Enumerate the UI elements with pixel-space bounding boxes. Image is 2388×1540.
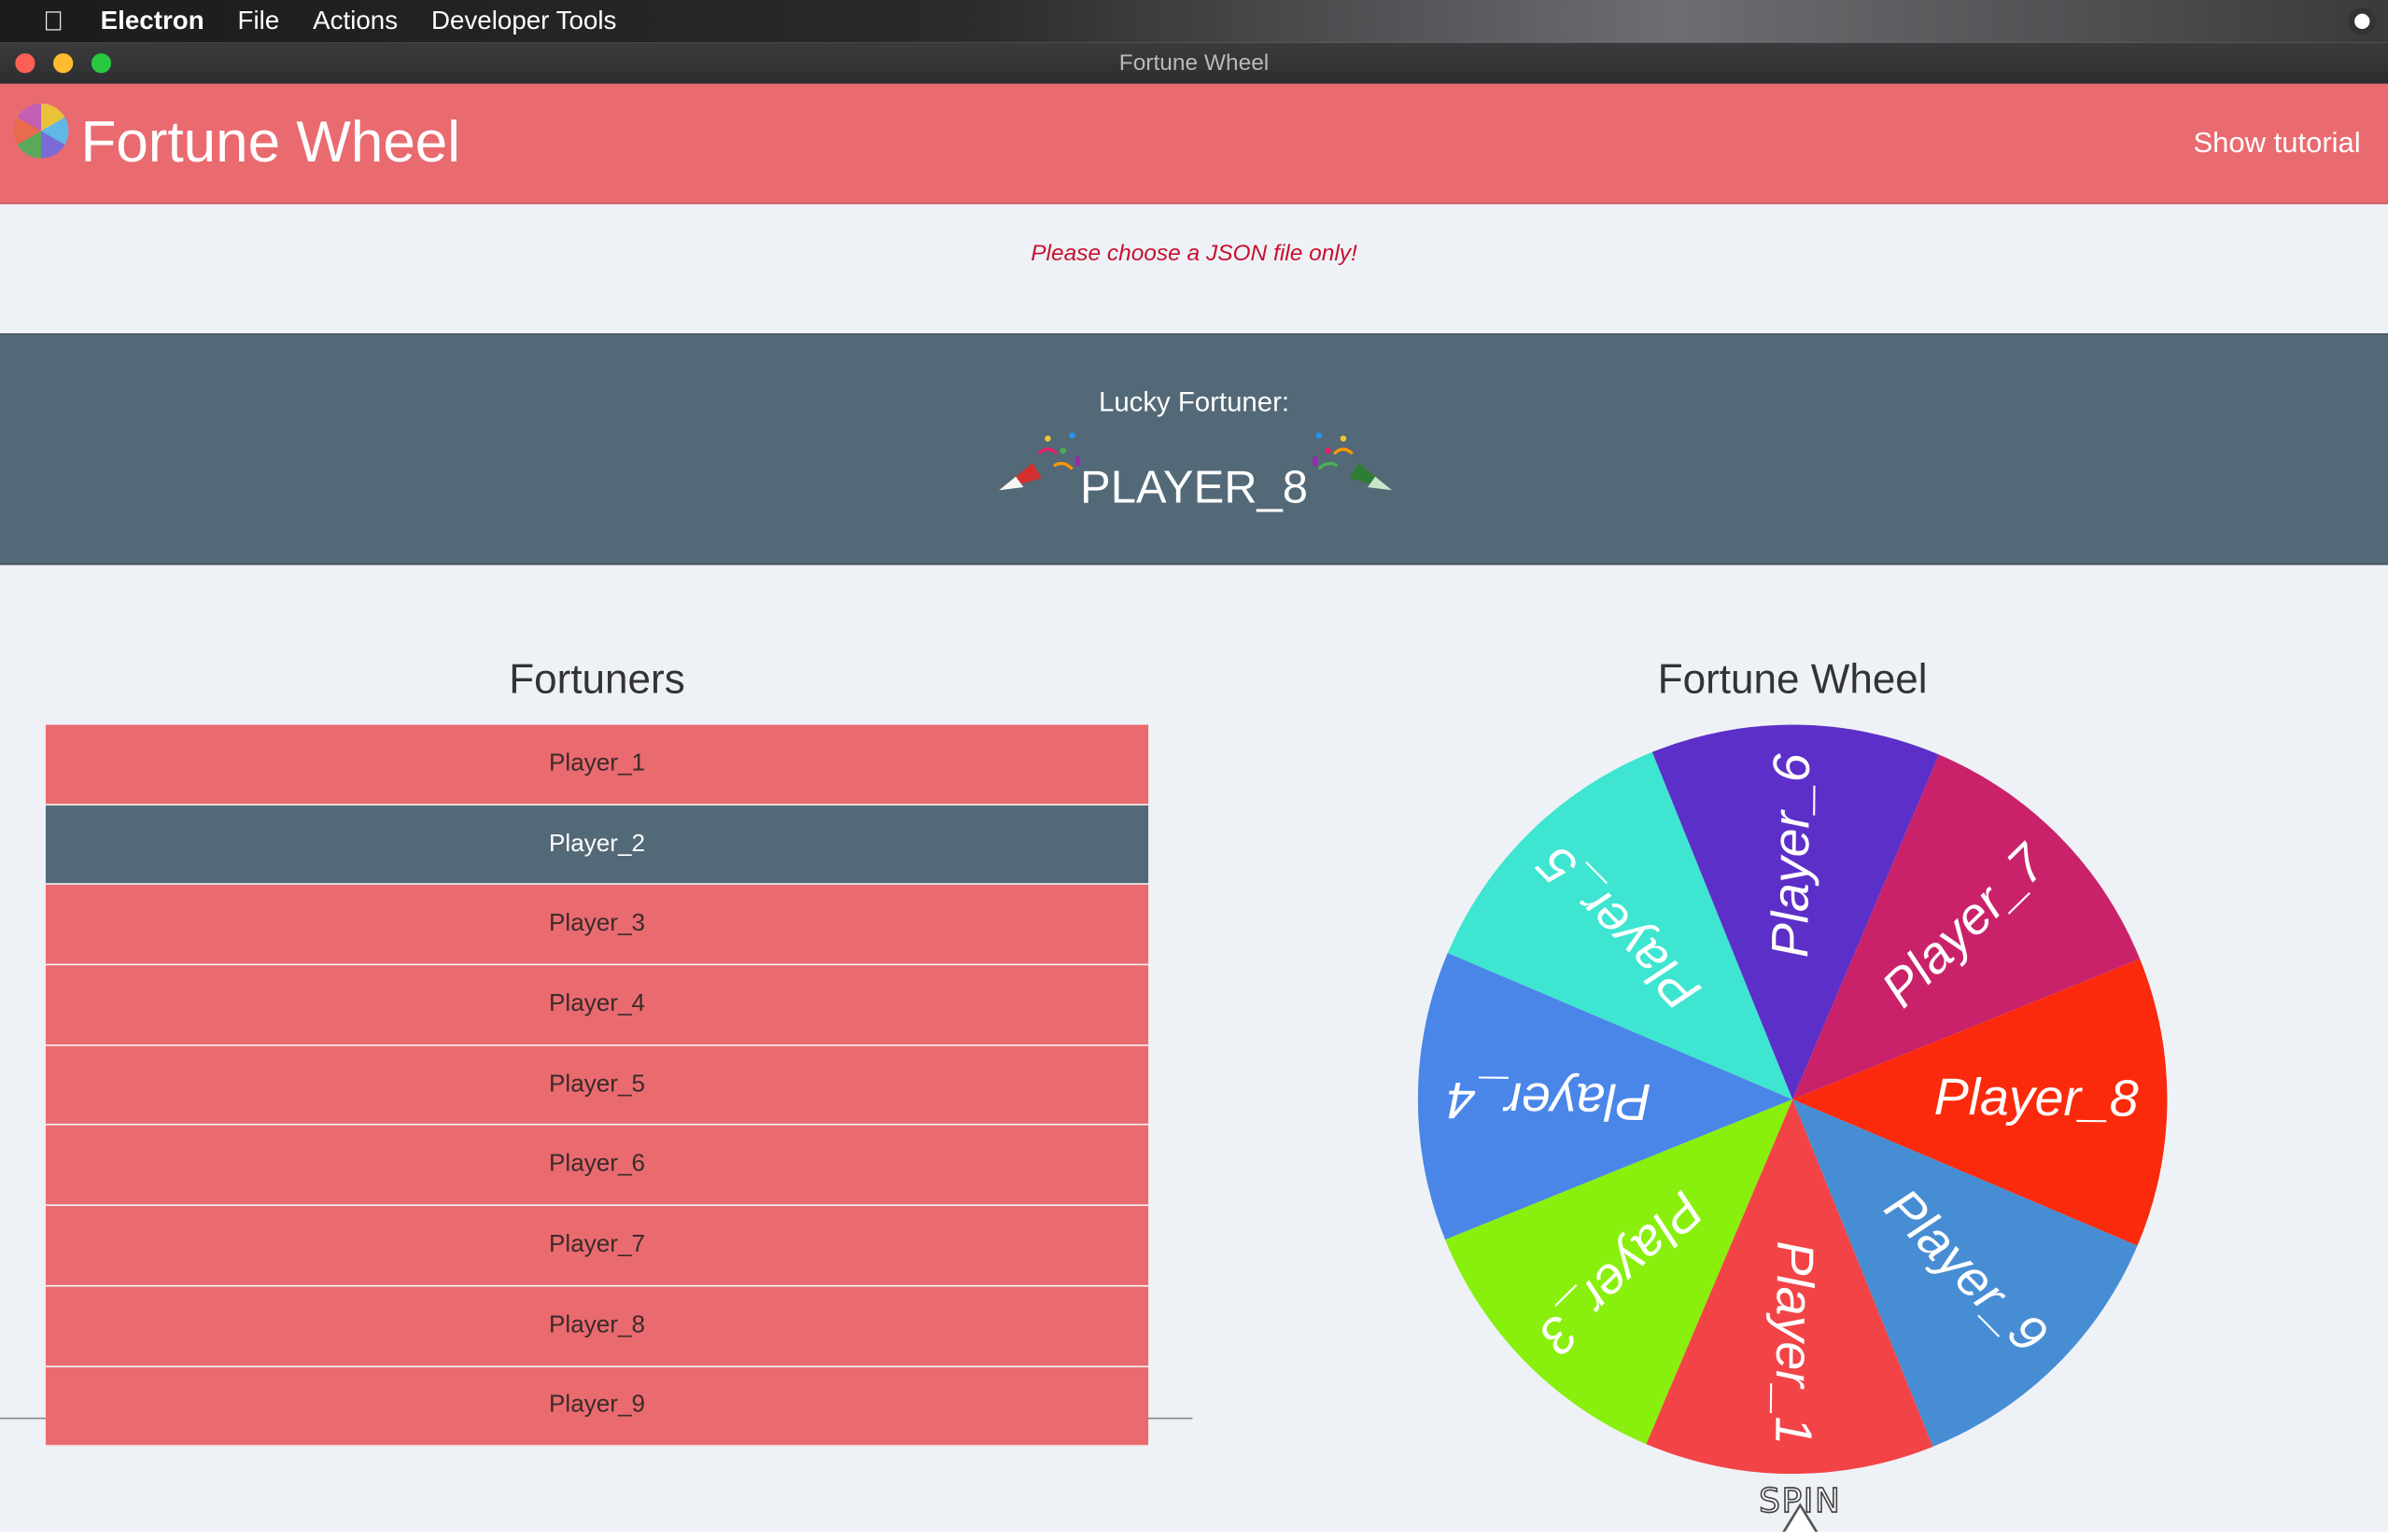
wheel-segment-label: Player_1: [1764, 1240, 1824, 1445]
fortuner-row[interactable]: Player_4: [45, 965, 1149, 1046]
fortuner-row[interactable]: Player_9: [45, 1366, 1149, 1448]
menu-actions[interactable]: Actions: [313, 7, 398, 37]
party-popper-icon: [1313, 432, 1393, 491]
wheel-logo-icon: [13, 103, 69, 159]
bottom-strip: [0, 1532, 2388, 1540]
fortuners-list: Player_1 Player_2 Player_3 Player_4 Player_5…: [45, 724, 1149, 1448]
fortuner-row[interactable]: Player_6: [45, 1126, 1149, 1207]
apple-icon[interactable]: : [34, 6, 73, 37]
wheel-title: Fortune Wheel: [1657, 656, 1928, 703]
fortuner-row[interactable]: Player_3: [45, 885, 1149, 966]
fortuner-row[interactable]: Player_8: [45, 1286, 1149, 1367]
menu-developer-tools[interactable]: Developer Tools: [431, 7, 616, 37]
lucky-fortuner-label: Lucky Fortuner:: [1099, 386, 1290, 418]
fortuner-row[interactable]: Player_2: [45, 805, 1149, 886]
window-title: Fortune Wheel: [1118, 49, 1270, 77]
wheel-segment-label: Player_6: [1761, 753, 1820, 959]
fortuners-title: Fortuners: [509, 656, 685, 703]
spin-button[interactable]: SPIN: [1724, 1482, 1876, 1521]
lucky-fortuner-banner: Lucky Fortuner: PLAYER_8: [0, 333, 2388, 566]
show-tutorial-link[interactable]: Show tutorial: [2193, 128, 2360, 161]
status-icon[interactable]: [2348, 7, 2376, 35]
error-message: Please choose a JSON file only!: [1031, 240, 1357, 267]
fortuner-row[interactable]: Player_7: [45, 1206, 1149, 1287]
app-title: Fortune Wheel: [80, 111, 461, 175]
wheel-segment-label: Player_8: [1934, 1068, 2140, 1127]
menu-file[interactable]: File: [238, 7, 280, 37]
macos-menu-bar:  Electron File Actions Developer Tools: [0, 0, 2388, 43]
menu-app-name[interactable]: Electron: [101, 7, 204, 37]
fortuner-row[interactable]: Player_1: [45, 724, 1149, 805]
app-header: Fortune Wheel Show tutorial: [0, 83, 2388, 204]
fortuner-row[interactable]: Player_5: [45, 1045, 1149, 1127]
fortune-wheel[interactable]: Player_4Player_5 Player_6 Player_7Player_8…: [1417, 724, 2168, 1475]
window-title-bar: Fortune Wheel: [0, 42, 2388, 84]
wheel-segment-label: Player_4: [1446, 1071, 1651, 1131]
lucky-winner-name: PLAYER_8: [1080, 462, 1308, 513]
